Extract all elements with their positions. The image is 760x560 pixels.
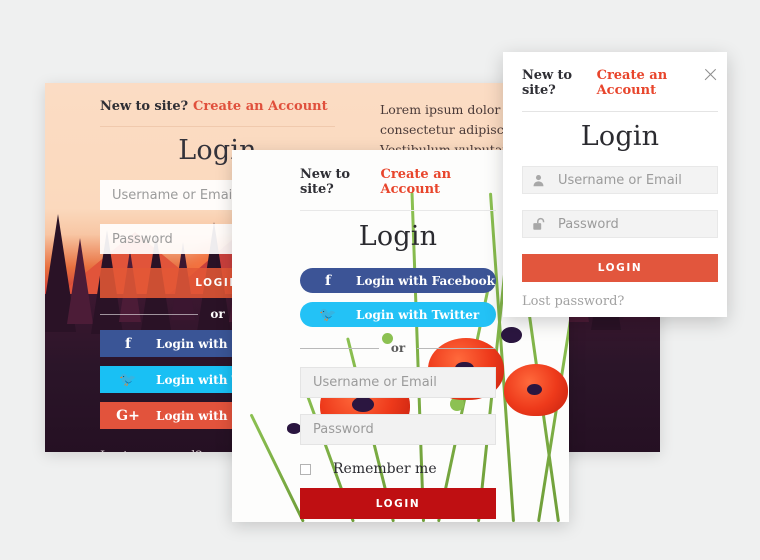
front-password-field[interactable]: Password (522, 210, 718, 238)
front-username-field[interactable]: Username or Email (522, 166, 718, 194)
unlock-icon (532, 217, 552, 231)
mid-or-label: or (390, 341, 406, 355)
mid-login-title: Login (358, 221, 438, 252)
mid-password-field[interactable]: Password (300, 414, 496, 445)
mid-facebook-login-button[interactable]: f Login with Facebook (300, 268, 496, 293)
mid-username-field[interactable]: Username or Email (300, 367, 496, 398)
twitter-icon: 🐦 (319, 306, 337, 323)
back-or-label: or (210, 307, 225, 321)
login-card-front: New to site? Create an Account Login Use… (503, 52, 727, 317)
facebook-icon: f (324, 272, 332, 289)
front-divider (522, 111, 718, 112)
mid-remember-me-row[interactable]: Remember me (300, 461, 496, 477)
front-login-title: Login (580, 121, 660, 152)
front-signup-row: New to site? Create an Account (522, 68, 703, 98)
front-card-form: New to site? Create an Account Login Use… (522, 68, 718, 309)
front-username-placeholder: Username or Email (558, 172, 682, 188)
mid-create-account-link[interactable]: Create an Account (381, 167, 496, 197)
mid-twitter-login-button[interactable]: 🐦 Login with Twitter (300, 302, 496, 327)
twitter-icon: 🐦 (119, 371, 137, 388)
mid-username-placeholder: Username or Email (313, 375, 437, 390)
front-top-row: New to site? Create an Account (522, 68, 718, 98)
facebook-icon: f (124, 335, 132, 352)
back-divider (100, 126, 335, 127)
front-password-placeholder: Password (558, 216, 619, 232)
middle-card-form: New to site? Create an Account Login f L… (300, 167, 497, 522)
back-password-placeholder: Password (112, 231, 173, 247)
mid-twitter-label: Login with Twitter (356, 307, 480, 322)
back-username-placeholder: Username or Email (112, 187, 236, 203)
remember-me-checkbox[interactable] (300, 463, 311, 475)
user-icon (532, 174, 552, 187)
google-plus-icon: G+ (116, 407, 140, 424)
front-lost-password-link[interactable]: Lost password? (522, 294, 718, 309)
screenshot-stage: Lorem ipsum dolor sit amet, consectetur … (0, 0, 760, 560)
mid-divider (300, 210, 496, 211)
front-login-button[interactable]: LOGIN (522, 254, 718, 282)
back-create-account-link[interactable]: Create an Account (193, 99, 328, 114)
close-icon[interactable] (703, 67, 718, 82)
back-new-to-site-label: New to site? (100, 99, 189, 114)
remember-me-label: Remember me (333, 461, 437, 477)
mid-password-placeholder: Password (313, 422, 374, 437)
mid-login-button[interactable]: LOGIN (300, 488, 496, 519)
mid-signup-row: New to site? Create an Account (300, 167, 496, 197)
back-signup-row: New to site? Create an Account (100, 99, 335, 114)
mid-or-divider: or (300, 341, 497, 355)
mid-facebook-label: Login with Facebook (356, 273, 495, 288)
front-new-to-site-label: New to site? (522, 68, 572, 98)
front-create-account-link[interactable]: Create an Account (597, 68, 703, 98)
mid-new-to-site-label: New to site? (300, 167, 350, 197)
